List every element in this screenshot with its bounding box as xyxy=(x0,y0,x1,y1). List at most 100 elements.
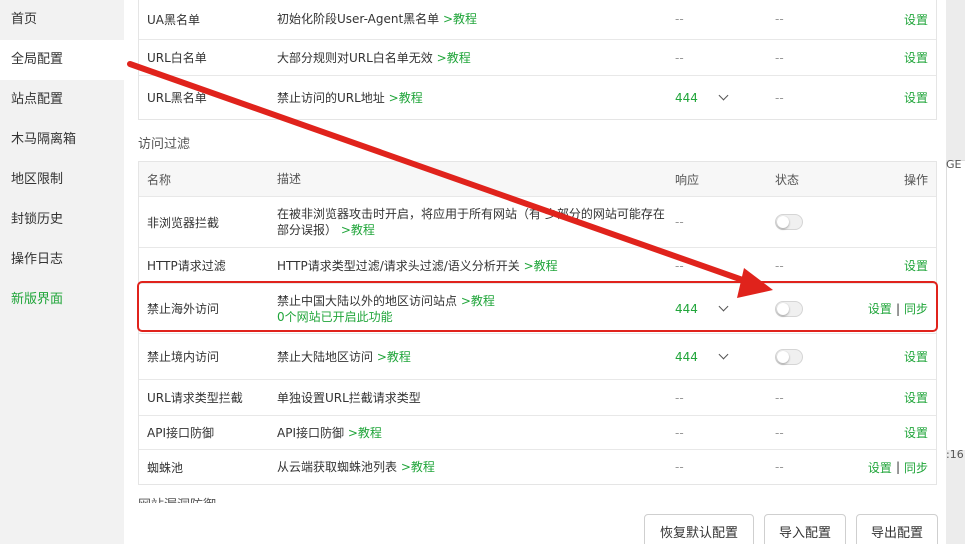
rule-name: URL白名单 xyxy=(147,51,207,65)
rule-description: 单独设置URL拦截请求类型 xyxy=(277,390,421,405)
description-text: 在被非浏览器攻击时开启，将应用于所有网站（有 少部分的网站可能存在 xyxy=(277,207,665,221)
rule-description: API接口防御 >教程 xyxy=(277,416,667,449)
description-block: 在被非浏览器攻击时开启，将应用于所有网站（有 少部分的网站可能存在 部分误报） … xyxy=(277,206,665,238)
response-value: 444 xyxy=(675,301,698,316)
chevron-down-icon xyxy=(718,301,729,311)
settings-link[interactable]: 设置 xyxy=(904,257,928,274)
state-toggle[interactable] xyxy=(775,214,803,230)
import-config-button[interactable]: 导入配置 xyxy=(764,514,846,544)
table-row: 非浏览器拦截 在被非浏览器攻击时开启，将应用于所有网站（有 少部分的网站可能存在… xyxy=(139,196,936,247)
description-block: 禁止中国大陆以外的地区访问站点 >教程 0个网站已开启此功能 xyxy=(277,293,495,325)
enabled-sites-note[interactable]: 0个网站已开启此功能 xyxy=(277,309,495,325)
background-panel xyxy=(946,160,965,450)
ops: 设置 xyxy=(828,416,928,449)
response-value: 444 xyxy=(675,349,698,364)
tutorial-link[interactable]: >教程 xyxy=(401,459,435,475)
main-content: UA黑名单 初始化阶段User-Agent黑名单 >教程 -- -- 设置 UR… xyxy=(124,0,946,544)
response-value: -- xyxy=(675,425,684,440)
chevron-down-icon xyxy=(718,90,729,100)
settings-link[interactable]: 设置 xyxy=(868,459,892,476)
table-row: HTTP请求过滤 HTTP请求类型过滤/请求头过滤/语义分析开关 >教程 -- … xyxy=(139,247,936,283)
settings-link[interactable]: 设置 xyxy=(904,49,928,66)
description-line1: 禁止中国大陆以外的地区访问站点 >教程 xyxy=(277,293,495,309)
background-text: GE xyxy=(946,158,962,171)
response-select[interactable]: 444 xyxy=(675,284,765,333)
state-toggle[interactable] xyxy=(775,300,803,317)
ops: 设置 xyxy=(828,248,928,283)
settings-link[interactable]: 设置 xyxy=(904,89,928,106)
access-filter-table: 名称 描述 响应 状态 操作 非浏览器拦截 在被非浏览器攻击时开启，将应用于所有… xyxy=(138,161,937,485)
ops: 设置 xyxy=(828,380,928,415)
description-text: 禁止访问的URL地址 xyxy=(277,90,385,105)
table-row: URL白名单 大部分规则对URL白名单无效 >教程 -- -- 设置 xyxy=(139,39,936,75)
rule-name: UA黑名单 xyxy=(147,12,200,27)
sidebar-item-trojan-quarantine[interactable]: 木马隔离箱 xyxy=(0,120,124,160)
rule-name: 禁止海外访问 xyxy=(147,302,220,316)
settings-link[interactable]: 设置 xyxy=(904,424,928,441)
restore-defaults-button[interactable]: 恢复默认配置 xyxy=(644,514,754,544)
tutorial-link[interactable]: >教程 xyxy=(341,223,375,237)
table-row: 蜘蛛池 从云端获取蜘蛛池列表 >教程 -- -- 设置 | 同步 xyxy=(139,449,936,484)
ops: 设置 xyxy=(828,76,928,119)
rule-name: 非浏览器拦截 xyxy=(147,215,220,230)
tutorial-link[interactable]: >教程 xyxy=(348,425,382,441)
description-text: 禁止大陆地区访问 xyxy=(277,349,374,364)
tutorial-link[interactable]: >教程 xyxy=(524,258,558,274)
table-row: 禁止境内访问 禁止大陆地区访问 >教程 444 设置 xyxy=(139,333,936,379)
section-title-access-filter: 访问过滤 xyxy=(138,137,191,152)
rule-name: API接口防御 xyxy=(147,426,214,440)
section-title-clip: 网站漏洞防御 xyxy=(138,494,216,503)
ops: 设置 | 同步 xyxy=(828,450,928,484)
table-row: 禁止海外访问 禁止中国大陆以外的地区访问站点 >教程 0个网站已开启此功能 44… xyxy=(139,283,936,333)
export-config-button[interactable]: 导出配置 xyxy=(856,514,938,544)
rule-name: 禁止境内访问 xyxy=(147,350,220,364)
response-value: -- xyxy=(675,390,684,405)
description-text: 部分误报） xyxy=(277,223,338,237)
header-name: 名称 xyxy=(147,172,172,187)
ops-separator: | xyxy=(895,460,900,474)
background-text: :16 xyxy=(946,448,964,461)
rule-description: 禁止访问的URL地址 >教程 xyxy=(277,76,667,119)
ops: 设置 xyxy=(828,40,928,75)
header-response: 响应 xyxy=(675,172,700,187)
tutorial-link[interactable]: >教程 xyxy=(437,50,471,66)
table-row: API接口防御 API接口防御 >教程 -- -- 设置 xyxy=(139,415,936,449)
table-header: 名称 描述 响应 状态 操作 xyxy=(139,162,936,196)
settings-link[interactable]: 设置 xyxy=(904,348,928,365)
sidebar: 首页 全局配置 站点配置 木马隔离箱 地区限制 封锁历史 操作日志 新版界面 xyxy=(0,0,124,544)
state-toggle[interactable] xyxy=(775,348,803,365)
sidebar-item-block-history[interactable]: 封锁历史 xyxy=(0,200,124,240)
sidebar-item-new-ui[interactable]: 新版界面 xyxy=(0,280,124,320)
settings-link[interactable]: 设置 xyxy=(904,389,928,406)
description-line2: 部分误报） >教程 xyxy=(277,222,665,238)
rule-description: 大部分规则对URL白名单无效 >教程 xyxy=(277,40,667,75)
table-row: UA黑名单 初始化阶段User-Agent黑名单 >教程 -- -- 设置 xyxy=(139,0,936,39)
sidebar-item-global-config[interactable]: 全局配置 xyxy=(0,40,124,80)
sync-link[interactable]: 同步 xyxy=(904,300,928,317)
tutorial-link[interactable]: >教程 xyxy=(443,11,477,27)
sidebar-item-home[interactable]: 首页 xyxy=(0,0,124,40)
ops: 设置 xyxy=(828,334,928,379)
tutorial-link[interactable]: >教程 xyxy=(461,294,495,308)
response-select[interactable]: 444 xyxy=(675,334,765,379)
sync-link[interactable]: 同步 xyxy=(904,459,928,476)
description-text: HTTP请求类型过滤/请求头过滤/语义分析开关 xyxy=(277,258,520,273)
background-window-edge: GE :16 xyxy=(946,0,965,544)
response-select[interactable]: 444 xyxy=(675,76,765,119)
ops: 设置 xyxy=(828,0,928,39)
sidebar-item-site-config[interactable]: 站点配置 xyxy=(0,80,124,120)
sidebar-item-operation-log[interactable]: 操作日志 xyxy=(0,240,124,280)
rule-name: HTTP请求过滤 xyxy=(147,259,226,273)
description-text: 大部分规则对URL白名单无效 xyxy=(277,50,433,65)
response-value: -- xyxy=(675,215,684,229)
settings-link[interactable]: 设置 xyxy=(904,11,928,28)
table-row: URL黑名单 禁止访问的URL地址 >教程 444 -- 设置 xyxy=(139,75,936,119)
response-value: -- xyxy=(675,50,684,65)
settings-link[interactable]: 设置 xyxy=(868,300,892,317)
description-text: 初始化阶段User-Agent黑名单 xyxy=(277,12,440,26)
tutorial-link[interactable]: >教程 xyxy=(389,90,423,106)
tutorial-link[interactable]: >教程 xyxy=(377,349,411,365)
ops xyxy=(828,197,928,247)
ops: 设置 | 同步 xyxy=(828,284,928,333)
sidebar-item-region-limit[interactable]: 地区限制 xyxy=(0,160,124,200)
